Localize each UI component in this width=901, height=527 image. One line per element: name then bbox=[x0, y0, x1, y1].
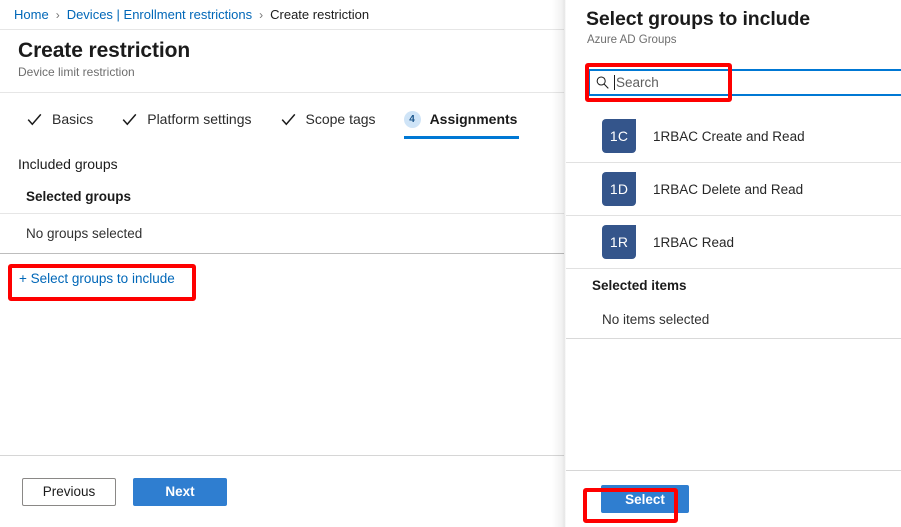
tab-basics-label: Basics bbox=[52, 111, 94, 127]
search-input[interactable] bbox=[616, 72, 886, 93]
panel-title: Select groups to include bbox=[586, 8, 811, 30]
tab-assignments-badge: 4 bbox=[403, 110, 421, 128]
previous-button[interactable]: Previous bbox=[22, 477, 116, 506]
breadcrumb-separator-icon: › bbox=[55, 7, 60, 22]
breadcrumb-separator-icon: › bbox=[259, 7, 264, 22]
group-results-list[interactable]: 1C 1RBAC Create and Read 1D 1RBAC Delete… bbox=[566, 110, 901, 270]
select-groups-to-include-link[interactable]: + Select groups to include bbox=[19, 271, 175, 286]
group-avatar: 1R bbox=[602, 225, 636, 259]
selected-items-empty-text: No items selected bbox=[566, 312, 901, 339]
search-box[interactable] bbox=[588, 69, 901, 96]
text-cursor bbox=[614, 75, 615, 90]
wizard-footer: Previous Next bbox=[0, 455, 564, 527]
panel-footer: Select bbox=[566, 470, 901, 527]
tab-platform-settings-label: Platform settings bbox=[147, 111, 252, 127]
group-avatar: 1D bbox=[602, 172, 636, 206]
next-button[interactable]: Next bbox=[133, 477, 227, 506]
table-row: No groups selected bbox=[0, 214, 564, 254]
list-item[interactable]: 1R 1RBAC Read bbox=[566, 216, 901, 269]
tab-scope-tags-label: Scope tags bbox=[305, 111, 376, 127]
check-icon bbox=[281, 113, 295, 125]
breadcrumb-item-create-restriction: Create restriction bbox=[270, 7, 370, 22]
breadcrumb-item-devices-enrollment-restrictions[interactable]: Devices | Enrollment restrictions bbox=[67, 7, 252, 22]
tab-platform-settings[interactable]: Platform settings bbox=[121, 101, 252, 139]
page-title: Create restriction bbox=[18, 39, 191, 62]
selected-items-header: Selected items bbox=[592, 278, 687, 293]
create-restriction-blade: Home › Devices | Enrollment restrictions… bbox=[0, 0, 564, 527]
tab-assignments[interactable]: 4 Assignments bbox=[403, 101, 520, 139]
panel-subtitle: Azure AD Groups bbox=[587, 34, 677, 46]
check-icon bbox=[27, 113, 42, 125]
list-item-label: 1RBAC Create and Read bbox=[653, 128, 805, 144]
wizard-tabs: Basics Platform settings Scope tags 4 As… bbox=[0, 101, 564, 141]
list-item-label: 1RBAC Read bbox=[653, 234, 735, 250]
list-item[interactable]: 1C 1RBAC Create and Read bbox=[566, 110, 901, 163]
tab-basics[interactable]: Basics bbox=[26, 101, 93, 139]
select-button[interactable]: Select bbox=[601, 485, 689, 513]
page-subtitle: Device limit restriction bbox=[18, 65, 135, 79]
selected-groups-column-header: Selected groups bbox=[0, 189, 564, 214]
list-item[interactable]: 1D 1RBAC Delete and Read bbox=[566, 163, 901, 216]
breadcrumb-item-home[interactable]: Home bbox=[14, 7, 49, 22]
check-icon bbox=[122, 113, 137, 125]
selected-groups-table: Selected groups No groups selected bbox=[0, 189, 564, 254]
tab-scope-tags[interactable]: Scope tags bbox=[280, 101, 376, 139]
select-groups-panel: Select groups to include Azure AD Groups… bbox=[566, 0, 901, 527]
azure-portal-screen: Home › Devices | Enrollment restrictions… bbox=[0, 0, 901, 527]
blade-title-zone: Create restriction Device limit restrict… bbox=[0, 30, 564, 93]
assignments-content: Included groups Selected groups No group… bbox=[0, 141, 564, 455]
list-item-label: 1RBAC Delete and Read bbox=[653, 181, 804, 197]
included-groups-label: Included groups bbox=[18, 156, 118, 172]
group-avatar: 1C bbox=[602, 119, 636, 153]
breadcrumb: Home › Devices | Enrollment restrictions… bbox=[0, 0, 564, 30]
search-icon bbox=[596, 76, 609, 89]
tab-assignments-label: Assignments bbox=[429, 111, 518, 127]
